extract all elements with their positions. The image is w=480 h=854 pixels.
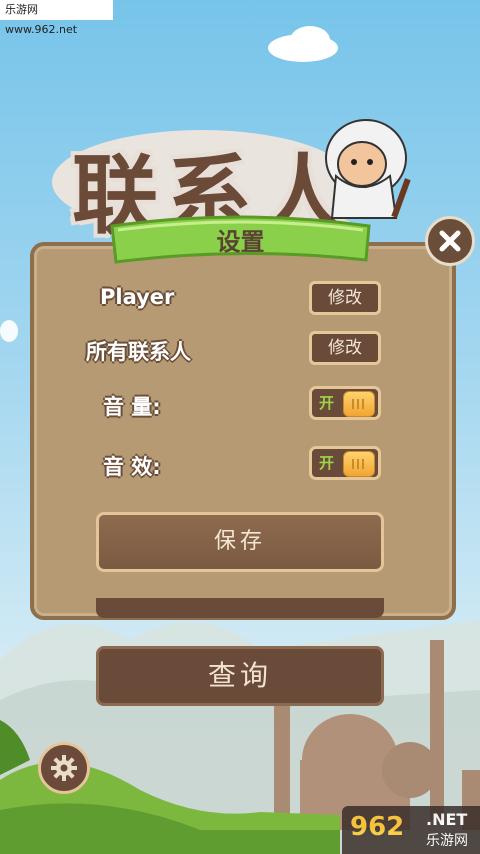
volume-toggle-state: 开 (319, 394, 335, 412)
game-scene: 联系人 设置 Player 修改 所有联系人 修改 音 量: 开 音 效: 开 … (0, 0, 480, 854)
toggle-knob (343, 451, 375, 477)
menu-button-partial (96, 598, 384, 618)
effects-label: 音 效: (103, 455, 161, 479)
effects-toggle[interactable]: 开 (309, 446, 381, 480)
edit-contacts-button[interactable]: 修改 (309, 331, 381, 365)
watermark-cn: 乐游网 (426, 833, 468, 849)
query-button[interactable]: 查询 (96, 646, 384, 706)
watermark-net: .NET (426, 810, 468, 829)
dialog-title: 设置 (216, 228, 265, 256)
toggle-knob (343, 391, 375, 417)
volume-label: 音 量: (103, 395, 161, 419)
player-label: Player (100, 285, 175, 309)
watermark-number: 962 (350, 812, 405, 842)
gear-icon (51, 755, 77, 781)
close-button[interactable] (425, 216, 475, 266)
all-contacts-label: 所有联系人 (86, 340, 191, 364)
watermark-bottom: 962 .NET 乐游网 (342, 806, 480, 854)
volume-toggle[interactable]: 开 (309, 386, 381, 420)
settings-button[interactable] (38, 742, 90, 794)
edit-player-button[interactable]: 修改 (309, 281, 381, 315)
close-icon (439, 230, 461, 252)
effects-toggle-state: 开 (319, 454, 335, 472)
save-button[interactable]: 保存 (96, 512, 384, 572)
watermark-top: 乐游网 www.962.net (0, 0, 113, 36)
